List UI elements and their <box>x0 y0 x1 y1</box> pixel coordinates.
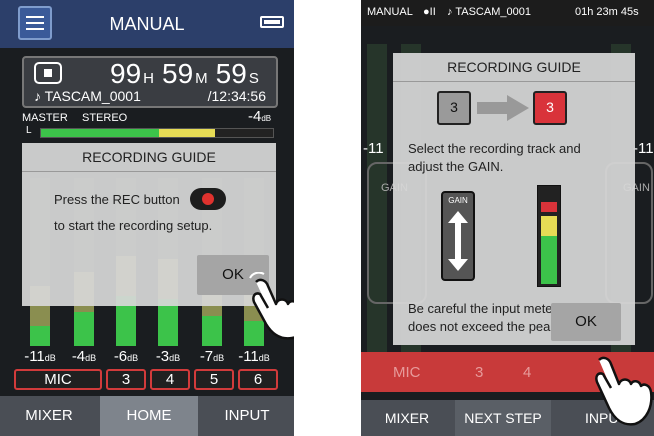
file-name: ♪ TASCAM_0001 <box>447 6 531 18</box>
status-bar: MANUAL ●II ♪ TASCAM_0001 01h 23m 45s <box>361 0 654 26</box>
dialog-line-2: adjust the GAIN. <box>408 159 504 174</box>
to-track-badge: 3 <box>533 91 567 125</box>
dialog-line-1: Press the REC button <box>54 192 180 207</box>
transport-panel: 99 H 59 M 59 S ♪ TASCAM_0001 /12:34:56 <box>22 56 278 108</box>
bg-level: -11 <box>363 140 384 157</box>
bg-button-label: MIC <box>393 364 421 381</box>
note-line-1: Be careful the input meter <box>408 301 557 316</box>
master-label: MASTER <box>22 112 68 124</box>
gain-slider-illustration: GAIN <box>441 191 475 281</box>
master-meter-left <box>40 128 274 138</box>
channel-level: -11dB <box>24 348 56 365</box>
channel-level: -7dB <box>199 348 225 365</box>
tap-hand-icon <box>249 272 294 340</box>
tab-next-step[interactable]: NEXT STEP <box>455 400 551 436</box>
bg-button-label: 4 <box>523 364 532 381</box>
time-counter: 99 H 59 M 59 S <box>110 58 259 89</box>
battery-icon <box>260 16 284 28</box>
dialog-line-1: Select the recording track and <box>408 141 581 156</box>
stop-icon[interactable] <box>34 62 62 84</box>
record-pause-icon: ●II <box>423 6 436 18</box>
remaining-time: 01h 23m 45s <box>575 6 639 18</box>
note-line-2: does not exceed the peak. <box>408 319 561 334</box>
from-track-badge: 3 <box>437 91 471 125</box>
tab-mixer[interactable]: MIXER <box>0 396 98 436</box>
bg-level: -11 <box>633 140 654 157</box>
track-button-1[interactable]: MIC <box>14 369 102 390</box>
stereo-label: STEREO <box>82 112 128 124</box>
track-button-5[interactable]: 5 <box>194 369 234 390</box>
track-button-6[interactable]: 6 <box>238 369 278 390</box>
gain-label: GAIN <box>448 196 468 205</box>
channel-level: -11dB <box>238 348 270 365</box>
track-button-3[interactable]: 3 <box>106 369 146 390</box>
channel-level: -6dB <box>113 348 139 365</box>
bg-button-label: 3 <box>475 364 484 381</box>
tab-input[interactable]: INPUT <box>198 396 294 436</box>
channel-level: -4dB <box>71 348 97 365</box>
dialog-line-2: to start the recording setup. <box>54 218 213 233</box>
left-channel-label: L <box>26 125 32 136</box>
file-name: ♪ TASCAM_0001 <box>34 88 141 104</box>
input-meter-illustration <box>537 185 561 287</box>
up-down-arrow-icon <box>448 211 468 271</box>
ok-button[interactable]: OK <box>551 303 621 341</box>
mode-label: MANUAL <box>367 6 413 18</box>
total-length: /12:34:56 <box>207 88 266 104</box>
rec-button-icon <box>190 188 226 210</box>
tab-home[interactable]: HOME <box>100 396 198 436</box>
recording-guide-screen: MANUAL ●II ♪ TASCAM_0001 01h 23m 45s -11… <box>361 0 654 436</box>
tab-mixer[interactable]: MIXER <box>361 400 453 436</box>
recording-guide-dialog: RECORDING GUIDE Press the REC button to … <box>22 143 276 306</box>
channel-level: -3dB <box>155 348 181 365</box>
dialog-title: RECORDING GUIDE <box>393 53 635 82</box>
screen-title: MANUAL <box>109 14 185 34</box>
dialog-title: RECORDING GUIDE <box>22 143 276 172</box>
master-level: -4dB <box>248 108 272 125</box>
recording-guide-dialog: RECORDING GUIDE 3 3 Select the recording… <box>393 53 635 345</box>
tap-hand-icon <box>595 356 653 426</box>
top-bar: MANUAL <box>0 0 294 48</box>
home-screen: MANUAL 99 H 59 M 59 S ♪ TASCAM_0001 /12:34:56… <box>0 0 294 436</box>
arrow-right-icon <box>477 95 529 121</box>
track-button-4[interactable]: 4 <box>150 369 190 390</box>
bottom-tab-bar: MIXER HOME INPUT <box>0 396 294 436</box>
